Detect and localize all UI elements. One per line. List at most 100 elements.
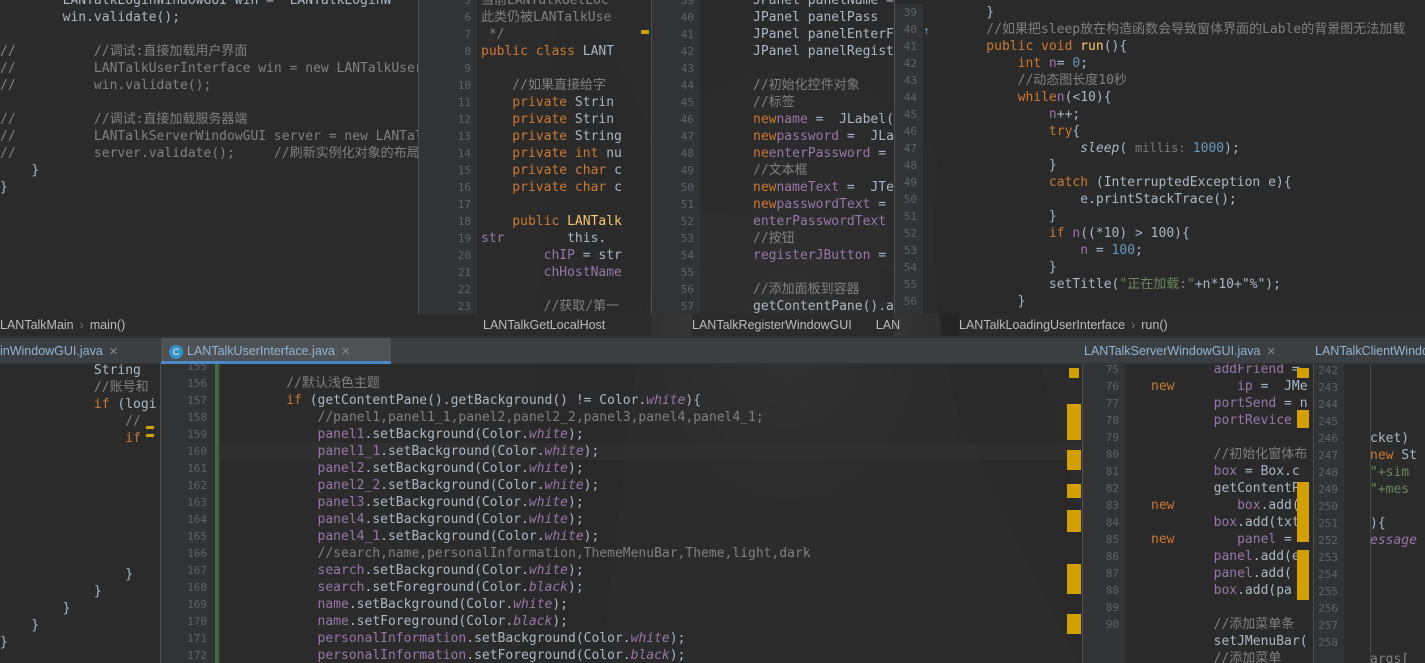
code-line[interactable]: } <box>0 179 418 196</box>
code-line[interactable]: //默认浅色主题 <box>161 375 811 392</box>
code-line[interactable] <box>1370 379 1417 396</box>
code-line[interactable]: str this. <box>481 230 622 247</box>
code-line[interactable]: // win.validate(); <box>0 77 418 94</box>
code-line[interactable]: //账号和 <box>0 379 157 396</box>
code-line[interactable]: public class LANT <box>481 43 622 60</box>
code-line[interactable]: //文本框 <box>753 162 894 179</box>
code-line[interactable]: String <box>0 364 157 379</box>
code-line[interactable]: new ip = JMe <box>1151 378 1308 395</box>
code-line[interactable]: private int nu <box>481 145 622 162</box>
code-line[interactable]: //动态图长度10秒 <box>955 72 1405 89</box>
override-icon[interactable]: ↑ <box>923 24 930 37</box>
code-line[interactable]: } <box>955 157 1405 174</box>
warning-marker[interactable] <box>146 434 154 437</box>
code-line[interactable] <box>1370 634 1417 651</box>
code-line[interactable]: if n((*10) > 100){ <box>955 225 1405 242</box>
tab-client-window[interactable]: LANTalkClientWindo <box>1307 338 1425 364</box>
code-area[interactable]: String //账号和 if (logi // if } } } }} <box>0 364 157 651</box>
code-line[interactable]: */ <box>481 26 622 43</box>
code-line[interactable]: private String <box>481 128 622 145</box>
code-line[interactable]: whilen(<10){ <box>955 89 1405 106</box>
code-line[interactable]: } <box>0 617 157 634</box>
breadcrumb-method[interactable]: main() <box>90 318 125 332</box>
editor-pane-client-window[interactable]: 242 243 244 245 246 247 248 249 250 251 252 253 254 2… <box>1314 364 1425 663</box>
code-line[interactable]: addFriend = <box>1151 364 1308 378</box>
code-line[interactable]: cket) <box>1370 430 1417 447</box>
editor-pane-login[interactable]: String //账号和 if (logi // if } } } }} <box>0 364 160 663</box>
code-line[interactable]: portRevice <box>1151 412 1308 429</box>
code-line[interactable]: 此类仍被LANTalkUse <box>481 9 622 26</box>
breadcrumb-class[interactable]: LANTalkMain <box>0 318 74 332</box>
code-line[interactable]: new St <box>1370 447 1417 464</box>
breadcrumb-class[interactable]: LANTalkLoadingUserInterface <box>959 318 1125 332</box>
code-line[interactable] <box>1151 429 1308 446</box>
code-line[interactable] <box>0 532 157 549</box>
code-line[interactable]: // //调试:直接加载用户界面 <box>0 43 418 60</box>
code-line[interactable]: //如果直接给字 <box>481 77 622 94</box>
code-line[interactable]: // server.validate(); //刷新实例化对象的布局 <box>0 145 418 162</box>
code-line[interactable]: //添加菜单条 <box>1151 616 1308 633</box>
warning-marker[interactable] <box>1297 368 1309 378</box>
code-line[interactable]: } <box>0 600 157 617</box>
code-line[interactable] <box>0 464 157 481</box>
code-area[interactable]: addFriend = new ip = JMe portSend = n por… <box>1151 364 1308 663</box>
code-line[interactable]: JPanel panelEnterF <box>753 26 894 43</box>
code-line[interactable]: //按钮 <box>753 230 894 247</box>
editor-pane-loading[interactable]: 39 40 41 42 43 44 45 46 47 48 49 50 51 52 53 54 55 56 } /… <box>895 0 1425 314</box>
code-line[interactable]: name.setForeground(Color.black); <box>161 613 811 630</box>
code-line[interactable]: //search,name,personalInformation,ThemeM… <box>161 545 811 562</box>
code-line[interactable]: neenterPassword = <box>753 145 894 162</box>
breadcrumb-class-2[interactable]: LAN <box>876 318 900 332</box>
code-line[interactable] <box>0 515 157 532</box>
code-area[interactable]: JPanel panelName = JPanel panelPass JPane… <box>753 0 894 314</box>
code-line[interactable]: int n= 0; <box>955 55 1405 72</box>
code-line[interactable]: newpassword = JLa <box>753 128 894 145</box>
code-line[interactable]: try{ <box>955 123 1405 140</box>
code-line[interactable] <box>161 364 811 375</box>
code-line[interactable]: //添加面板到容器 <box>753 281 894 298</box>
close-icon[interactable]: ✕ <box>341 346 350 358</box>
code-line[interactable]: } <box>0 634 157 651</box>
code-line[interactable]: } <box>0 566 157 583</box>
code-line[interactable] <box>481 60 622 77</box>
code-line[interactable]: new box.add( <box>1151 497 1308 514</box>
code-line[interactable]: //标签 <box>753 94 894 111</box>
code-line[interactable]: box.add(txt) <box>1151 514 1308 531</box>
code-line[interactable]: newpasswordText = <box>753 196 894 213</box>
warning-marker[interactable] <box>1067 614 1081 634</box>
code-line[interactable]: n++; <box>955 106 1405 123</box>
code-line[interactable]: // //调试:直接加载服务器端 <box>0 111 418 128</box>
code-line[interactable]: getContentPane().a <box>753 298 894 314</box>
code-line[interactable] <box>1370 413 1417 430</box>
code-line[interactable]: } <box>0 162 418 179</box>
code-line[interactable]: e.printStackTrace(); <box>955 191 1405 208</box>
code-line[interactable]: args[ <box>1370 651 1417 663</box>
code-line[interactable]: newname = JLabel( <box>753 111 894 128</box>
code-line[interactable]: // <box>0 413 157 430</box>
code-line[interactable]: // LANTalkUserInterface win = new LANTal… <box>0 60 418 77</box>
code-line[interactable]: sleep( millis: 1000); <box>955 140 1405 157</box>
code-line[interactable]: registerJButton = <box>753 247 894 264</box>
code-line[interactable]: } <box>955 4 1405 21</box>
code-line[interactable] <box>1370 498 1417 515</box>
code-line[interactable]: if <box>0 430 157 447</box>
editor-pane-main[interactable]: LANTalkLoginWindowGUI win = LANTalkLogin… <box>0 0 418 314</box>
code-line[interactable]: enterPasswordText <box>753 213 894 230</box>
code-line[interactable]: // LANTalkServerWindowGUI server = new L… <box>0 128 418 145</box>
warning-marker[interactable] <box>1297 410 1309 428</box>
code-line[interactable]: catch (InterruptedException e){ <box>955 174 1405 191</box>
code-line[interactable]: panel4.setBackground(Color.white); <box>161 511 811 528</box>
code-line[interactable]: search.setForeground(Color.black); <box>161 579 811 596</box>
code-line[interactable]: personalInformation.setBackground(Color.… <box>161 630 811 647</box>
code-line[interactable]: //添加菜单 <box>1151 650 1308 663</box>
code-line[interactable]: //如果把sleep放在构造函数会导致窗体界面的Lable的背景图无法加载 <box>955 21 1405 38</box>
code-line[interactable]: LANTalkLoginWindowGUI win = LANTalkLogin… <box>0 0 418 9</box>
code-line[interactable]: //获取/第一 <box>481 298 622 314</box>
code-line[interactable]: new panel = <box>1151 531 1308 548</box>
code-line[interactable]: n = 100; <box>955 242 1405 259</box>
code-line[interactable]: setJMenuBar( <box>1151 633 1308 650</box>
editor-pane-server-window[interactable]: 75 76 77 78 79 80 81 82 83 84 85 86 87 88 89 90 addFrie… <box>1083 364 1313 663</box>
code-line[interactable]: getContentP <box>1151 480 1308 497</box>
code-line[interactable]: } <box>955 259 1405 276</box>
tab-server-window[interactable]: LANTalkServerWindowGUI.java ✕ <box>1076 338 1312 364</box>
